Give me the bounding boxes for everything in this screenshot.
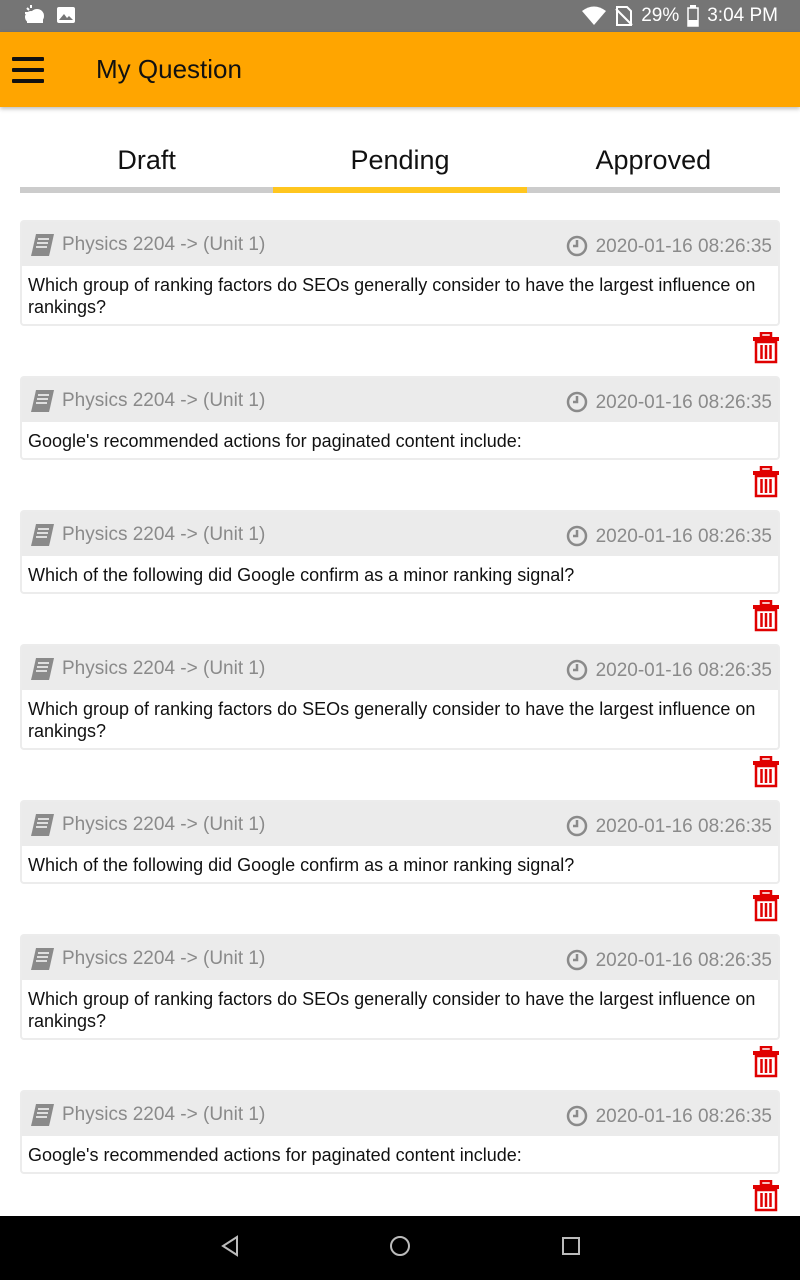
question-subject: Physics 2204 -> (Unit 1) bbox=[62, 948, 266, 969]
question-date: 2020-01-16 08:26:35 bbox=[595, 236, 772, 257]
question-text: Which group of ranking factors do SEOs g… bbox=[28, 699, 756, 741]
trash-icon[interactable] bbox=[752, 1046, 780, 1078]
app-screen: 29% 3:04 PM My Question Draft Pending Ap… bbox=[0, 0, 800, 1280]
question-card[interactable]: Physics 2204 -> (Unit 1) 2020-01-16 08:2… bbox=[20, 376, 780, 460]
question-actions bbox=[20, 1040, 780, 1090]
question-item: Physics 2204 -> (Unit 1) 2020-01-16 08:2… bbox=[20, 800, 780, 934]
question-card-header: Physics 2204 -> (Unit 1) 2020-01-16 08:2… bbox=[22, 802, 778, 846]
trash-icon[interactable] bbox=[752, 1180, 780, 1212]
question-item: Physics 2204 -> (Unit 1) 2020-01-16 08:2… bbox=[20, 644, 780, 800]
question-date: 2020-01-16 08:26:35 bbox=[595, 950, 772, 971]
question-subject: Physics 2204 -> (Unit 1) bbox=[62, 234, 266, 255]
tab-draft[interactable]: Draft bbox=[20, 135, 274, 193]
question-actions bbox=[20, 884, 780, 934]
question-date: 2020-01-16 08:26:35 bbox=[595, 526, 772, 547]
tab-bar: Draft Pending Approved bbox=[20, 135, 780, 193]
question-card-header: Physics 2204 -> (Unit 1) 2020-01-16 08:2… bbox=[22, 222, 778, 266]
question-text: Google's recommended actions for paginat… bbox=[28, 1145, 522, 1165]
weather-icon bbox=[25, 5, 44, 23]
clock-icon bbox=[566, 1105, 588, 1127]
no-sim-icon bbox=[615, 6, 633, 26]
question-date: 2020-01-16 08:26:35 bbox=[595, 1106, 772, 1127]
question-item: Physics 2204 -> (Unit 1) 2020-01-16 08:2… bbox=[20, 220, 780, 376]
question-actions bbox=[20, 750, 780, 800]
recents-icon[interactable] bbox=[560, 1234, 582, 1258]
wifi-icon bbox=[582, 6, 607, 25]
question-text: Which group of ranking factors do SEOs g… bbox=[28, 275, 756, 317]
trash-icon[interactable] bbox=[752, 756, 780, 788]
question-list: Physics 2204 -> (Unit 1) 2020-01-16 08:2… bbox=[20, 220, 780, 1224]
navigation-bar bbox=[0, 1216, 800, 1280]
trash-icon[interactable] bbox=[752, 332, 780, 364]
question-card[interactable]: Physics 2204 -> (Unit 1) 2020-01-16 08:2… bbox=[20, 934, 780, 1040]
question-card[interactable]: Physics 2204 -> (Unit 1) 2020-01-16 08:2… bbox=[20, 800, 780, 884]
book-icon bbox=[31, 390, 54, 412]
question-text: Which group of ranking factors do SEOs g… bbox=[28, 989, 756, 1031]
hamburger-menu-icon[interactable] bbox=[12, 57, 44, 83]
question-card[interactable]: Physics 2204 -> (Unit 1) 2020-01-16 08:2… bbox=[20, 1090, 780, 1174]
trash-icon[interactable] bbox=[752, 600, 780, 632]
question-subject: Physics 2204 -> (Unit 1) bbox=[62, 1104, 266, 1125]
clock-icon bbox=[566, 659, 588, 681]
clock-icon bbox=[566, 525, 588, 547]
question-card[interactable]: Physics 2204 -> (Unit 1) 2020-01-16 08:2… bbox=[20, 220, 780, 326]
clock-icon bbox=[566, 949, 588, 971]
question-card[interactable]: Physics 2204 -> (Unit 1) 2020-01-16 08:2… bbox=[20, 644, 780, 750]
tab-label: Approved bbox=[595, 145, 712, 175]
question-item: Physics 2204 -> (Unit 1) 2020-01-16 08:2… bbox=[20, 510, 780, 644]
question-item: Physics 2204 -> (Unit 1) 2020-01-16 08:2… bbox=[20, 1090, 780, 1224]
question-text: Google's recommended actions for paginat… bbox=[28, 431, 522, 451]
question-card-header: Physics 2204 -> (Unit 1) 2020-01-16 08:2… bbox=[22, 378, 778, 422]
clock-icon bbox=[566, 391, 588, 413]
app-bar: My Question bbox=[0, 32, 800, 107]
question-actions bbox=[20, 460, 780, 510]
clock-icon bbox=[566, 235, 588, 257]
home-icon[interactable] bbox=[388, 1234, 412, 1258]
book-icon bbox=[31, 814, 54, 836]
tab-approved[interactable]: Approved bbox=[526, 135, 780, 193]
image-icon bbox=[57, 7, 75, 23]
question-text: Which of the following did Google confir… bbox=[28, 565, 575, 585]
tab-indicator bbox=[526, 187, 780, 193]
question-actions bbox=[20, 326, 780, 376]
question-date: 2020-01-16 08:26:35 bbox=[595, 816, 772, 837]
question-actions bbox=[20, 594, 780, 644]
question-card[interactable]: Physics 2204 -> (Unit 1) 2020-01-16 08:2… bbox=[20, 510, 780, 594]
back-icon[interactable] bbox=[219, 1234, 241, 1258]
question-item: Physics 2204 -> (Unit 1) 2020-01-16 08:2… bbox=[20, 376, 780, 510]
battery-icon bbox=[687, 5, 699, 27]
question-text: Which of the following did Google confir… bbox=[28, 855, 575, 875]
tab-label: Pending bbox=[350, 145, 450, 175]
book-icon bbox=[31, 658, 54, 680]
question-subject: Physics 2204 -> (Unit 1) bbox=[62, 814, 266, 835]
question-card-header: Physics 2204 -> (Unit 1) 2020-01-16 08:2… bbox=[22, 512, 778, 556]
tab-label: Draft bbox=[117, 145, 176, 175]
tab-indicator bbox=[273, 187, 527, 193]
battery-percent: 29% bbox=[641, 5, 680, 26]
question-subject: Physics 2204 -> (Unit 1) bbox=[62, 524, 266, 545]
question-date: 2020-01-16 08:26:35 bbox=[595, 392, 772, 413]
trash-icon[interactable] bbox=[752, 466, 780, 498]
book-icon bbox=[31, 948, 54, 970]
book-icon bbox=[31, 1104, 54, 1126]
status-bar: 29% 3:04 PM bbox=[0, 0, 800, 32]
book-icon bbox=[31, 524, 54, 546]
question-subject: Physics 2204 -> (Unit 1) bbox=[62, 390, 266, 411]
book-icon bbox=[31, 234, 54, 256]
tab-pending[interactable]: Pending bbox=[273, 135, 527, 193]
question-item: Physics 2204 -> (Unit 1) 2020-01-16 08:2… bbox=[20, 934, 780, 1090]
clock-time: 3:04 PM bbox=[707, 5, 778, 26]
clock-icon bbox=[566, 815, 588, 837]
trash-icon[interactable] bbox=[752, 890, 780, 922]
question-subject: Physics 2204 -> (Unit 1) bbox=[62, 658, 266, 679]
question-card-header: Physics 2204 -> (Unit 1) 2020-01-16 08:2… bbox=[22, 936, 778, 980]
page-title: My Question bbox=[96, 54, 242, 84]
tab-indicator bbox=[20, 187, 274, 193]
question-date: 2020-01-16 08:26:35 bbox=[595, 660, 772, 681]
question-card-header: Physics 2204 -> (Unit 1) 2020-01-16 08:2… bbox=[22, 646, 778, 690]
question-card-header: Physics 2204 -> (Unit 1) 2020-01-16 08:2… bbox=[22, 1092, 778, 1136]
